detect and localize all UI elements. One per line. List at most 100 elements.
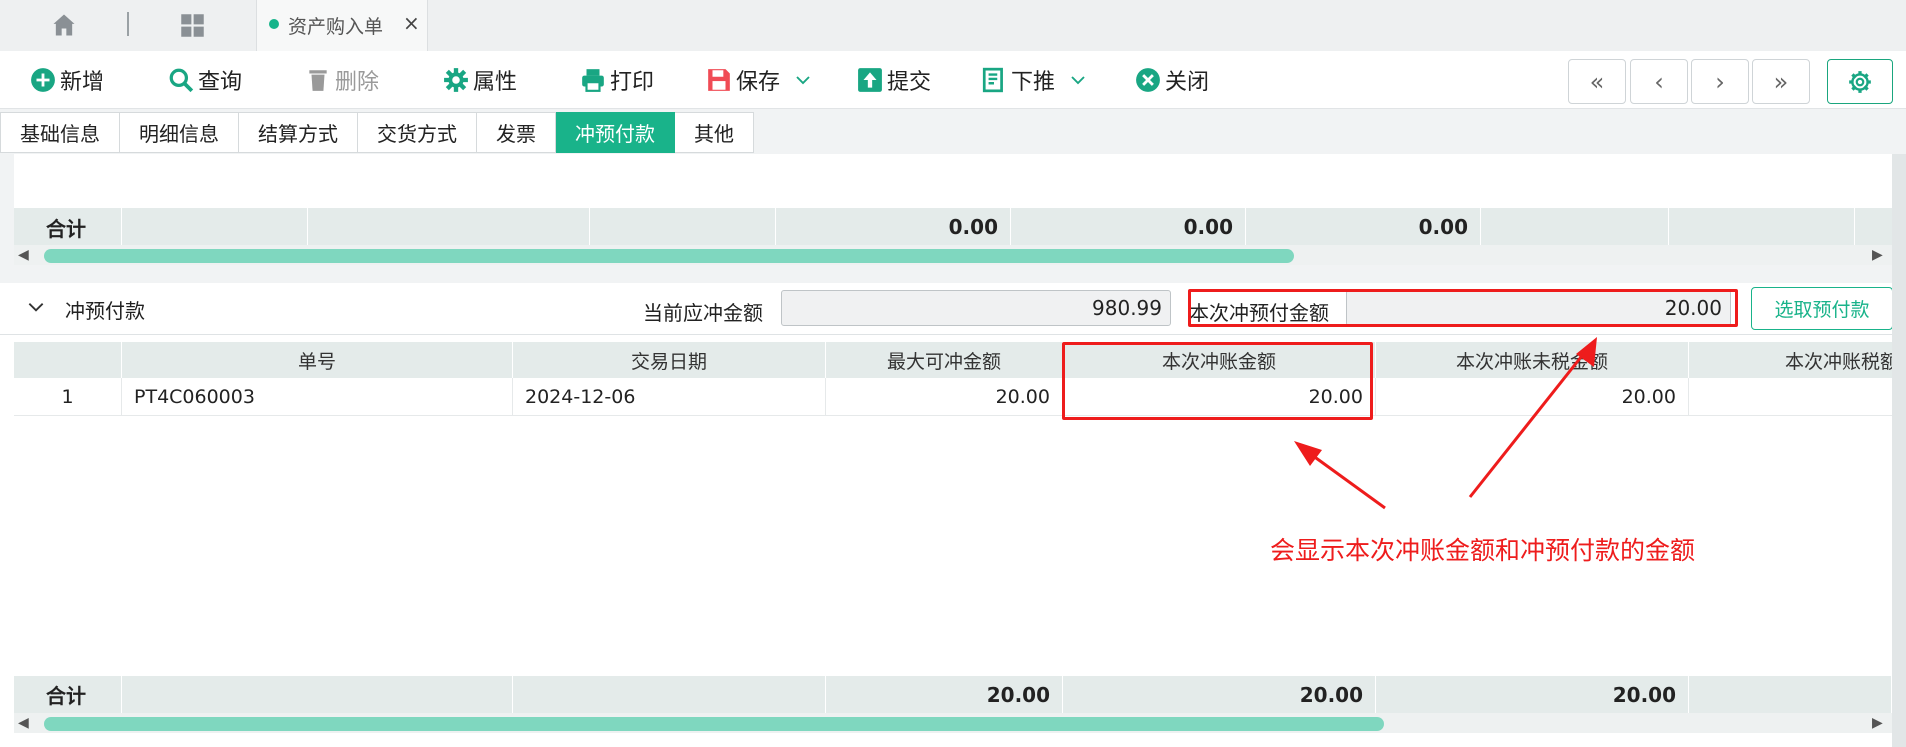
close-tab-icon[interactable]: × — [403, 11, 420, 35]
grid-icon[interactable] — [179, 12, 206, 39]
home-icon[interactable] — [50, 11, 78, 39]
column-header[interactable]: 单号 — [122, 342, 513, 378]
close-button[interactable]: 关闭 — [1135, 65, 1209, 95]
tab-separator — [127, 12, 129, 36]
chevron-down-icon[interactable] — [26, 297, 46, 317]
highlight-offset-amount-box — [1062, 342, 1373, 420]
summary-cell — [513, 676, 826, 713]
save-icon — [708, 69, 730, 91]
tab-other[interactable]: 其他 — [675, 112, 754, 153]
prepayment-offset-section: 冲预付款 当前应冲金额 980.99 本次冲预付金额 20.00 选取预付款 单… — [0, 283, 1906, 747]
summary-value: 0.00 — [1011, 208, 1246, 246]
tab-prepayment-offset[interactable]: 冲预付款 — [556, 112, 675, 153]
offset-tax-cell[interactable] — [1689, 378, 1906, 416]
document-tab[interactable]: 资产购入单 × — [256, 0, 428, 51]
column-header-index — [14, 342, 122, 378]
query-button[interactable]: 查询 — [168, 65, 242, 95]
summary-value: 0.00 — [1246, 208, 1481, 246]
delete-label: 删除 — [335, 70, 380, 95]
scroll-right-icon[interactable]: ▶ — [1872, 715, 1883, 731]
settings-button[interactable] — [1827, 59, 1893, 104]
annotation-text: 会显示本次冲账金额和冲预付款的金额 — [1270, 536, 1696, 565]
detail-grid-panel: 合计 0.00 0.00 0.00 ◀ ▶ — [14, 154, 1892, 265]
toolbar: 新增 查询 删除 属性 打印 保存 提交 下推 关闭 « ‹ › » — [0, 51, 1906, 109]
column-header[interactable]: 本次冲账税额 — [1689, 342, 1906, 378]
tab-basic-info[interactable]: 基础信息 — [0, 112, 120, 153]
vertical-scrollbar[interactable] — [1892, 154, 1906, 747]
settings-icon — [1849, 70, 1871, 93]
horizontal-scrollbar[interactable]: ◀ ▶ — [14, 713, 1892, 733]
current-due-label: 当前应冲金额 — [643, 301, 763, 325]
printer-icon — [582, 69, 604, 92]
doc-no-cell[interactable]: PT4C060003 — [122, 378, 513, 416]
summary-cell — [1689, 676, 1892, 713]
submit-button[interactable]: 提交 — [857, 65, 931, 95]
chevron-down-icon[interactable] — [1069, 71, 1087, 89]
summary-amount: 20.00 — [1063, 676, 1376, 713]
date-cell[interactable]: 2024-12-06 — [513, 378, 826, 416]
delete-button[interactable]: 删除 — [305, 65, 379, 95]
summary-label: 合计 — [14, 676, 122, 713]
row-index: 1 — [14, 378, 122, 416]
summary-cell — [308, 208, 590, 246]
summary-net: 20.00 — [1376, 676, 1689, 713]
summary-value: 0.00 — [776, 208, 1011, 246]
column-header[interactable]: 交易日期 — [513, 342, 826, 378]
first-record-button[interactable]: « — [1568, 59, 1626, 104]
previous-record-button[interactable]: ‹ — [1630, 59, 1688, 104]
active-dot-icon — [269, 19, 279, 29]
new-label: 新增 — [60, 70, 105, 95]
save-label: 保存 — [736, 70, 781, 95]
summary-max: 20.00 — [826, 676, 1063, 713]
top-tab-strip: 资产购入单 × — [0, 0, 1906, 51]
table-row[interactable]: 1 PT4C060003 2024-12-06 20.00 20.00 20.0… — [14, 378, 1906, 416]
chevron-down-icon[interactable] — [794, 71, 812, 89]
search-icon — [169, 68, 194, 93]
summary-cell — [122, 676, 513, 713]
scroll-thumb[interactable] — [44, 717, 1384, 731]
select-prepayment-button[interactable]: 选取预付款 — [1751, 287, 1893, 330]
print-label: 打印 — [610, 70, 655, 95]
push-down-button[interactable]: 下推 — [981, 65, 1091, 95]
tab-detail-info[interactable]: 明细信息 — [120, 112, 239, 153]
push-down-icon — [982, 67, 1003, 93]
scroll-left-icon[interactable]: ◀ — [18, 247, 29, 263]
scroll-right-icon[interactable]: ▶ — [1872, 247, 1883, 263]
last-record-button[interactable]: » — [1752, 59, 1810, 104]
offset-summary-row: 合计 20.00 20.00 20.00 — [14, 676, 1892, 713]
new-button[interactable]: 新增 — [30, 65, 104, 95]
tab-delivery[interactable]: 交货方式 — [358, 112, 477, 153]
save-button[interactable]: 保存 — [706, 65, 816, 95]
highlight-this-offset-box — [1188, 289, 1738, 327]
tab-invoice[interactable]: 发票 — [477, 112, 556, 153]
horizontal-scrollbar[interactable]: ◀ ▶ — [14, 245, 1892, 265]
document-tab-label: 资产购入单 — [288, 16, 384, 38]
plus-circle-icon — [31, 68, 55, 92]
next-record-button[interactable]: › — [1691, 59, 1749, 104]
tab-settlement[interactable]: 结算方式 — [239, 112, 358, 153]
column-header[interactable]: 本次冲账未税金额 — [1376, 342, 1689, 378]
push-down-label: 下推 — [1011, 70, 1056, 95]
gear-icon — [444, 68, 468, 92]
submit-label: 提交 — [887, 70, 932, 95]
properties-button[interactable]: 属性 — [443, 65, 517, 95]
summary-cell — [1669, 208, 1855, 246]
column-header[interactable]: 最大可冲金额 — [826, 342, 1063, 378]
query-label: 查询 — [198, 70, 243, 95]
print-button[interactable]: 打印 — [580, 65, 654, 95]
max-amount-cell[interactable]: 20.00 — [826, 378, 1063, 416]
grid-header-row: 单号 交易日期 最大可冲金额 本次冲账金额 本次冲账未税金额 本次冲账税额 — [14, 342, 1906, 378]
offset-net-cell[interactable]: 20.00 — [1376, 378, 1689, 416]
properties-label: 属性 — [473, 70, 518, 95]
section-title: 冲预付款 — [65, 299, 145, 323]
current-due-field[interactable]: 980.99 — [781, 290, 1171, 326]
summary-cell — [590, 208, 776, 246]
scroll-thumb[interactable] — [44, 249, 1294, 263]
scroll-left-icon[interactable]: ◀ — [18, 715, 29, 731]
close-label: 关闭 — [1165, 70, 1210, 95]
upload-icon — [858, 68, 882, 92]
app-window: 资产购入单 × 新增 查询 删除 属性 打印 保存 提交 下推 关闭 « ‹ ›… — [0, 0, 1906, 747]
close-circle-icon — [1136, 68, 1160, 92]
trash-icon — [309, 70, 327, 91]
summary-cell — [122, 208, 308, 246]
